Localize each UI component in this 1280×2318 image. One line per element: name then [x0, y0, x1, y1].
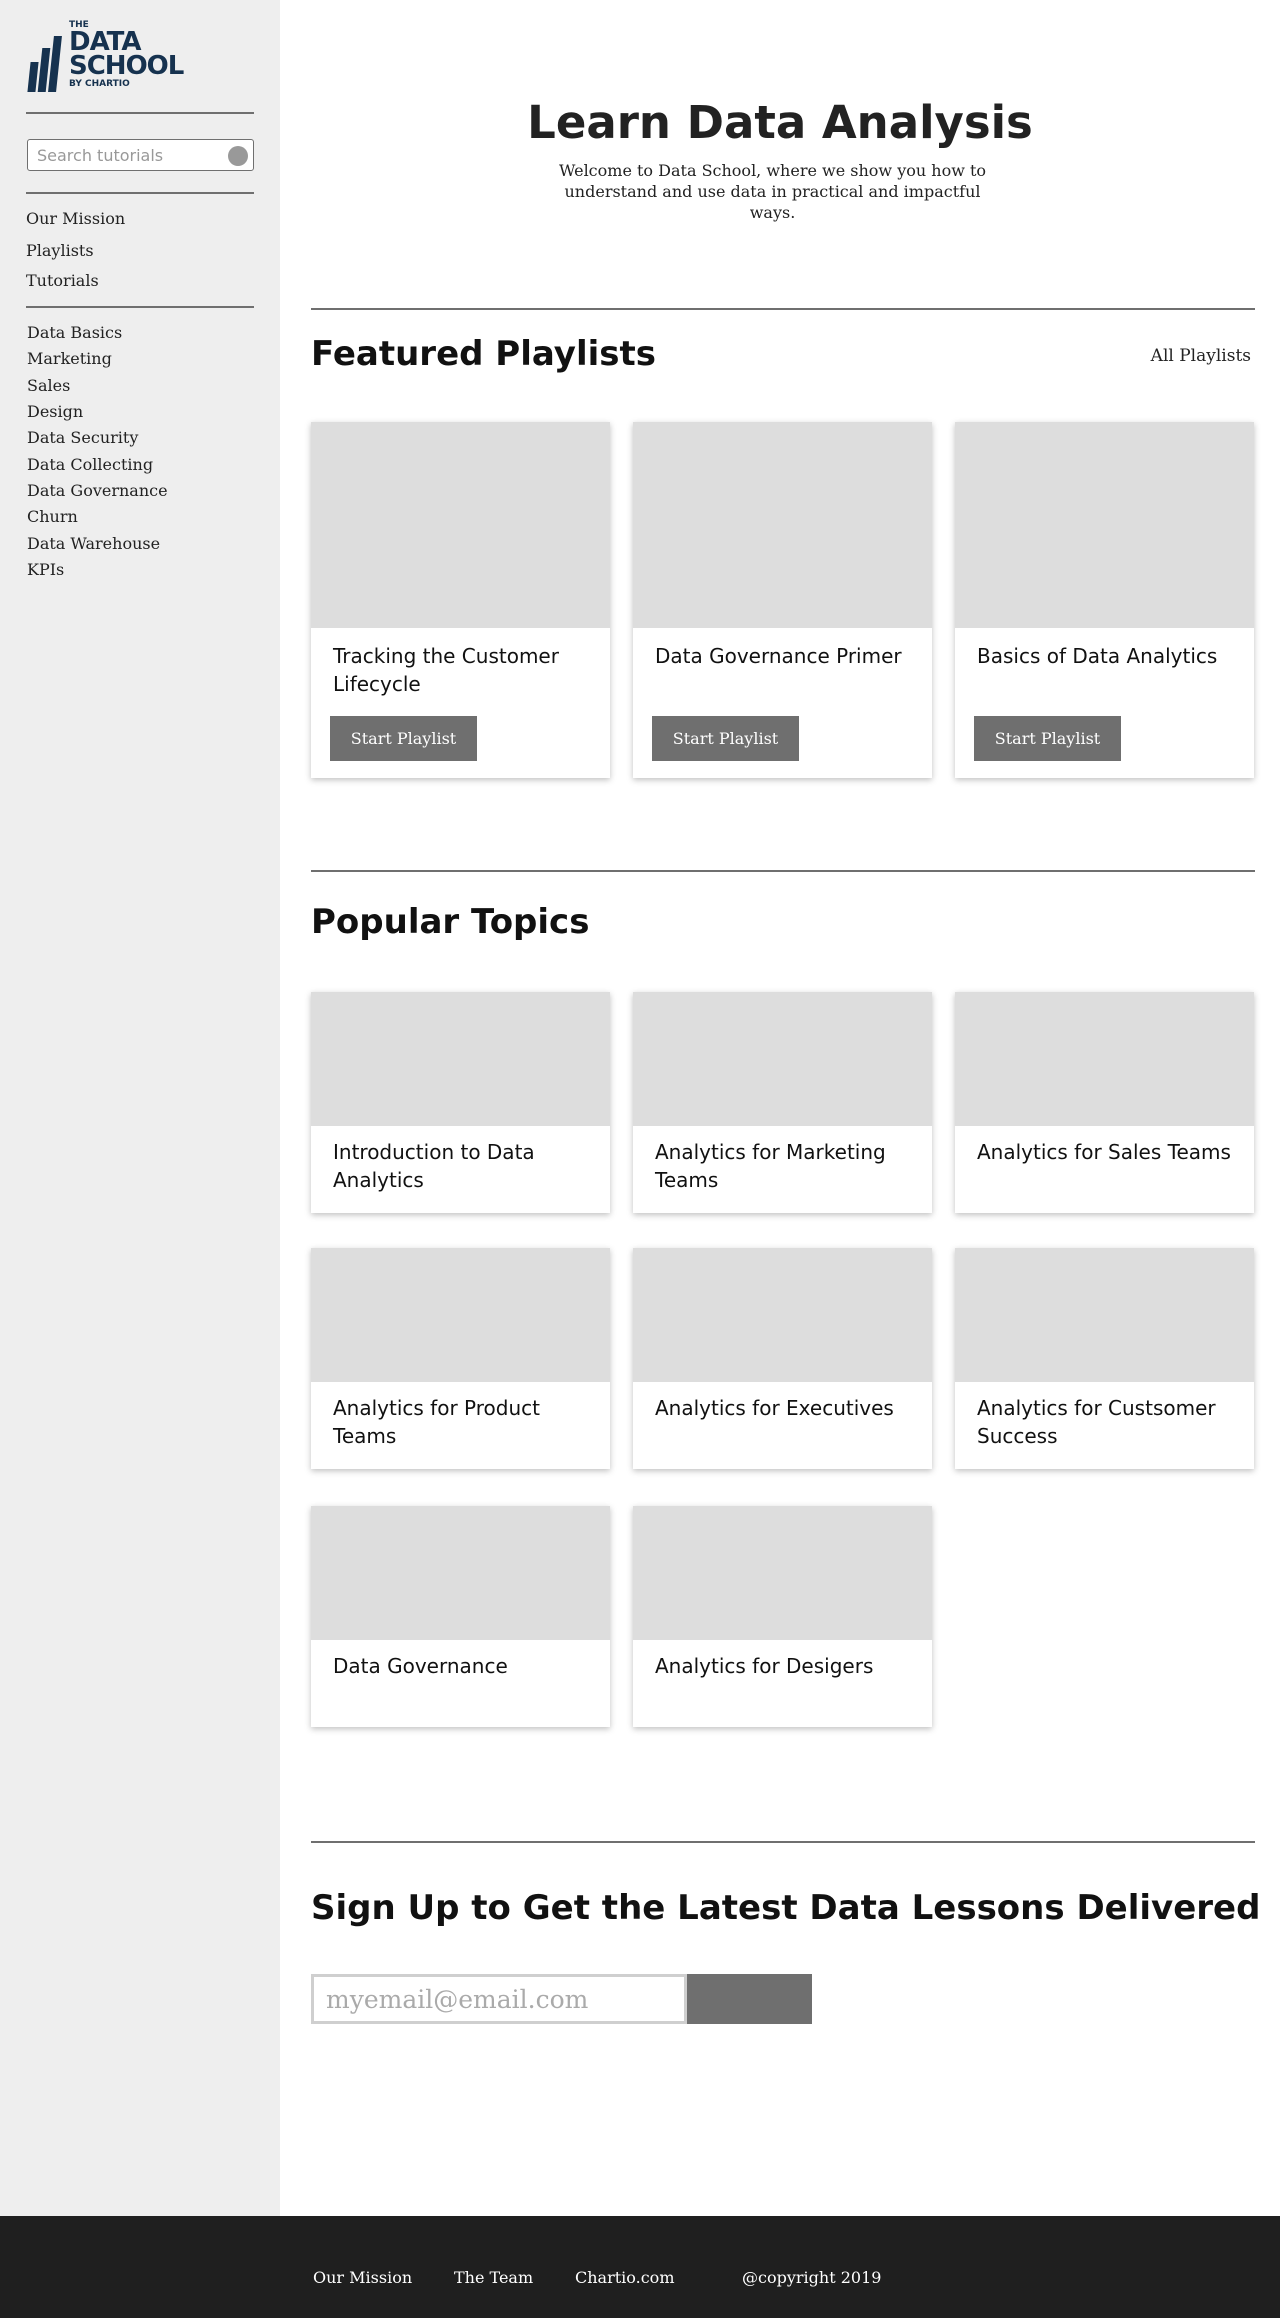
- sidebar-link-our-mission[interactable]: Our Mission: [26, 209, 125, 228]
- playlist-title: Basics of Data Analytics: [977, 644, 1218, 668]
- playlist-title: Data Governance Primer: [655, 644, 902, 668]
- sidebar-category[interactable]: Data Collecting: [27, 455, 153, 474]
- logo-bars-icon: [27, 34, 65, 92]
- sidebar-category[interactable]: Design: [27, 402, 83, 421]
- topic-image: [633, 992, 932, 1126]
- footer-copyright: @copyright 2019: [742, 2268, 882, 2287]
- topic-title: Introduction to Data Analytics: [333, 1140, 535, 1192]
- search-box[interactable]: [27, 139, 254, 171]
- sidebar-divider: [26, 192, 254, 194]
- sidebar-link-tutorials[interactable]: Tutorials: [26, 271, 99, 290]
- sidebar-divider: [26, 306, 254, 308]
- sidebar-category[interactable]: Churn: [27, 507, 78, 526]
- sidebar: THE DATA SCHOOL BY CHARTIO Our Mission P…: [0, 0, 280, 2216]
- page-subtitle: Welcome to Data School, where we show yo…: [558, 161, 987, 222]
- playlist-card[interactable]: Tracking the Customer Lifecycle Start Pl…: [311, 422, 610, 778]
- sidebar-link-playlists[interactable]: Playlists: [26, 241, 94, 260]
- all-playlists-link[interactable]: All Playlists: [1151, 346, 1251, 366]
- section-divider: [311, 870, 1255, 872]
- playlist-image: [955, 422, 1254, 628]
- topic-image: [633, 1248, 932, 1382]
- sidebar-category[interactable]: Data Governance: [27, 481, 168, 500]
- topic-image: [633, 1506, 932, 1640]
- sidebar-category[interactable]: Marketing: [27, 349, 112, 368]
- page-title: Learn Data Analysis: [527, 96, 1033, 149]
- popular-topics-title: Popular Topics: [311, 902, 590, 942]
- start-playlist-button[interactable]: Start Playlist: [652, 716, 799, 761]
- sidebar-category[interactable]: Data Security: [27, 428, 138, 447]
- topic-card[interactable]: Analytics for Custsomer Success: [955, 1248, 1254, 1469]
- featured-playlists-title: Featured Playlists: [311, 334, 656, 374]
- playlist-card[interactable]: Basics of Data Analytics Start Playlist: [955, 422, 1254, 778]
- topic-image: [311, 1506, 610, 1640]
- topic-title: Analytics for Marketing Teams: [655, 1140, 886, 1192]
- topic-card[interactable]: Analytics for Product Teams: [311, 1248, 610, 1469]
- topic-card[interactable]: Data Governance: [311, 1506, 610, 1727]
- search-input[interactable]: [28, 140, 218, 170]
- start-playlist-button[interactable]: Start Playlist: [974, 716, 1121, 761]
- topic-title: Analytics for Executives: [655, 1396, 894, 1420]
- playlist-title: Tracking the Customer Lifecycle: [333, 644, 559, 696]
- footer-link-chartio[interactable]: Chartio.com: [575, 2268, 674, 2287]
- sidebar-category[interactable]: Sales: [27, 376, 70, 395]
- topic-title: Analytics for Custsomer Success: [977, 1396, 1216, 1448]
- playlist-image: [311, 422, 610, 628]
- footer-link-our-mission[interactable]: Our Mission: [313, 2268, 412, 2287]
- topic-card[interactable]: Analytics for Marketing Teams: [633, 992, 932, 1213]
- topic-title: Analytics for Desigers: [655, 1654, 874, 1678]
- topic-card[interactable]: Analytics for Desigers: [633, 1506, 932, 1727]
- sidebar-divider: [26, 112, 254, 114]
- sidebar-category[interactable]: KPIs: [27, 560, 64, 579]
- topic-image: [955, 1248, 1254, 1382]
- topic-card[interactable]: Analytics for Sales Teams: [955, 992, 1254, 1213]
- sidebar-category[interactable]: Data Basics: [27, 323, 122, 342]
- topic-card[interactable]: Analytics for Executives: [633, 1248, 932, 1469]
- logo-school: SCHOOL: [69, 51, 184, 81]
- footer: Our Mission The Team Chartio.com @copyri…: [0, 2216, 1280, 2318]
- topic-image: [955, 992, 1254, 1126]
- email-field[interactable]: [311, 1974, 687, 2024]
- playlist-card[interactable]: Data Governance Primer Start Playlist: [633, 422, 932, 778]
- topic-title: Analytics for Sales Teams: [977, 1140, 1231, 1164]
- topic-title: Analytics for Product Teams: [333, 1396, 540, 1448]
- section-divider: [311, 1841, 1255, 1843]
- footer-link-the-team[interactable]: The Team: [454, 2268, 533, 2287]
- sidebar-category[interactable]: Data Warehouse: [27, 534, 160, 553]
- signup-form: [311, 1974, 812, 2024]
- start-playlist-button[interactable]: Start Playlist: [330, 716, 477, 761]
- search-icon[interactable]: [228, 146, 248, 166]
- topic-image: [311, 1248, 610, 1382]
- section-divider: [311, 308, 1255, 310]
- signup-title: Sign Up to Get the Latest Data Lessons D…: [311, 1888, 1261, 1928]
- topic-title: Data Governance: [333, 1654, 508, 1678]
- data-school-logo[interactable]: THE DATA SCHOOL BY CHARTIO: [27, 20, 184, 92]
- topic-card[interactable]: Introduction to Data Analytics: [311, 992, 610, 1213]
- playlist-image: [633, 422, 932, 628]
- topic-image: [311, 992, 610, 1126]
- signup-submit-button[interactable]: [687, 1974, 812, 2024]
